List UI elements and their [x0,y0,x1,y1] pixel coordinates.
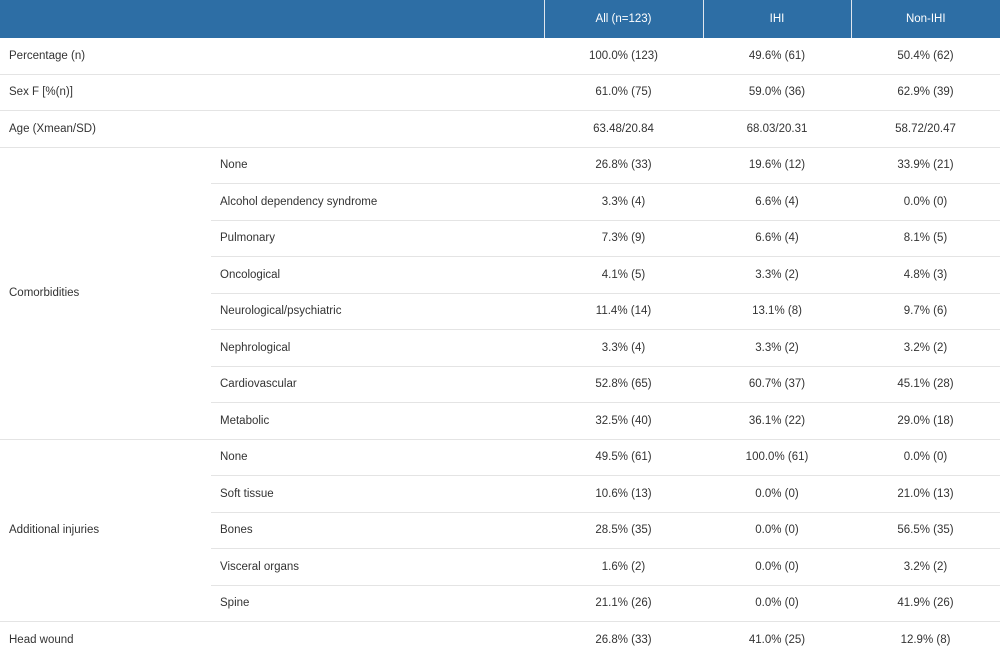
table-row: Comorbidities None 26.8% (33) 19.6% (12)… [0,147,1000,440]
row-sublabel: Spine [211,585,544,622]
cell-all: 21.1% (26) [544,585,703,622]
cell-non-ihi: 8.1% (5) [851,220,1000,257]
cell-ihi: 3.3% (2) [703,329,851,367]
row-sublabel: None [211,147,544,184]
cell-all: 11.4% (14) [544,293,703,330]
header-cell-ihi: IHI [702,0,851,38]
row-sublabel: Pulmonary [211,220,544,257]
cell-all: 4.1% (5) [544,256,703,294]
data-table: All (n=123) IHI Non-IHI Percentage (n) 1… [0,0,1000,658]
row-sublabel [211,110,544,148]
group-label-additional-injuries: Additional injuries [0,439,211,622]
cell-non-ihi: 12.9% (8) [900,633,951,646]
cell-ihi: 60.7% (37) [703,366,851,403]
cell-non-ihi: 0.0% (0) [851,439,1000,476]
cell-ihi: 0.0% (0) [703,475,851,513]
cell-non-ihi: 56.5% (35) [851,512,1000,549]
row-label: Head wound [9,633,74,646]
cell-all: 100.0% (123) [544,38,703,75]
cell-non-ihi: 3.2% (2) [851,329,1000,367]
row-sublabel: Visceral organs [211,548,544,586]
cell-all: 7.3% (9) [544,220,703,257]
cell-all: 26.8% (33) [544,147,703,184]
table-row: Additional injuries None 49.5% (61) 100.… [0,439,1000,622]
cell-ihi: 68.03/20.31 [703,110,851,148]
cell-non-ihi: 21.0% (13) [851,475,1000,513]
cell-ihi: 59.0% (36) [703,74,851,111]
header-cell-category [0,0,211,38]
cell-all: 3.3% (4) [544,183,703,221]
cell-non-ihi: 33.9% (21) [851,147,1000,184]
row-sublabel [211,622,544,658]
cell-all: 63.48/20.84 [544,110,703,148]
row-sublabel: None [211,439,544,476]
group-label-comorbidities: Comorbidities [0,147,211,440]
row-sublabel: Soft tissue [211,475,544,513]
cell-all: 52.8% (65) [544,366,703,403]
cell-ihi: 0.0% (0) [703,585,851,622]
header-cell-subcategory [211,0,544,38]
header-cell-non-ihi: Non-IHI [850,0,1000,38]
header-row: All (n=123) IHI Non-IHI [0,0,1000,38]
cell-ihi: 13.1% (8) [703,293,851,330]
cell-non-ihi: 45.1% (28) [851,366,1000,403]
cell-non-ihi: 9.7% (6) [851,293,1000,330]
row-sublabel: Alcohol dependency syndrome [211,183,544,221]
row-sublabel: Neurological/psychiatric [211,293,544,330]
cell-all: 61.0% (75) [544,74,703,111]
row-sublabel: Nephrological [211,329,544,367]
cell-all: 28.5% (35) [544,512,703,549]
row-sublabel: Metabolic [211,402,544,440]
cell-non-ihi: 0.0% (0) [851,183,1000,221]
cell-ihi: 100.0% (61) [703,439,851,476]
header-cell-all: All (n=123) [543,0,703,38]
cell-all: 26.8% (33) [595,633,652,646]
row-sublabel: Bones [211,512,544,549]
cell-all: 32.5% (40) [544,402,703,440]
cell-all: 10.6% (13) [544,475,703,513]
cell-non-ihi: 58.72/20.47 [851,110,1000,148]
row-sublabel: Cardiovascular [211,366,544,403]
cell-ihi: 3.3% (2) [703,256,851,294]
cell-non-ihi: 29.0% (18) [851,402,1000,440]
cell-non-ihi: 41.9% (26) [851,585,1000,622]
cell-non-ihi: 62.9% (39) [851,74,1000,111]
table-row: Head wound 26.8% (33) 41.0% (25) 12.9% (… [0,622,1000,658]
cell-all: 3.3% (4) [544,329,703,367]
cell-non-ihi: 3.2% (2) [851,548,1000,586]
table-row: Age (Xmean/SD) 63.48/20.84 68.03/20.31 5… [0,110,1000,148]
row-sublabel: Oncological [211,256,544,294]
cell-non-ihi: 50.4% (62) [851,38,1000,75]
table-row: Percentage (n) 100.0% (123) 49.6% (61) 5… [0,38,1000,75]
cell-ihi: 6.6% (4) [703,183,851,221]
cell-ihi: 6.6% (4) [703,220,851,257]
cell-all: 1.6% (2) [544,548,703,586]
cell-ihi: 41.0% (25) [748,633,806,646]
cell-ihi: 19.6% (12) [703,147,851,184]
cell-ihi: 49.6% (61) [703,38,851,75]
cell-ihi: 0.0% (0) [703,512,851,549]
row-label: Percentage (n) [0,38,211,75]
cell-all: 49.5% (61) [544,439,703,476]
row-label: Sex F [%(n)] [0,74,211,111]
cell-ihi: 36.1% (22) [703,402,851,440]
table-row: Sex F [%(n)] 61.0% (75) 59.0% (36) 62.9%… [0,74,1000,111]
row-sublabel [211,38,544,75]
row-sublabel [211,74,544,111]
cell-non-ihi: 4.8% (3) [851,256,1000,294]
cell-ihi: 0.0% (0) [703,548,851,586]
row-label: Age (Xmean/SD) [0,110,211,148]
